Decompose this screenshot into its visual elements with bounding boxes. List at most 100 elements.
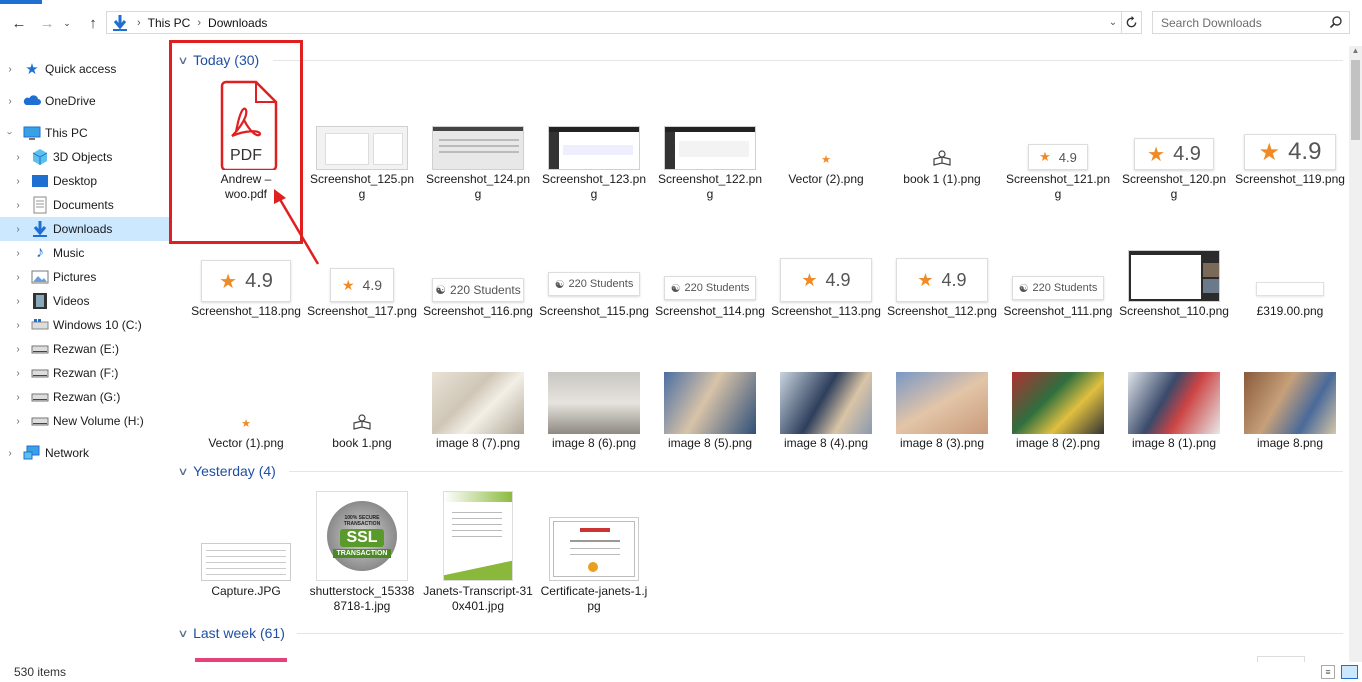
search-box[interactable]: Search Downloads [1152, 11, 1350, 34]
file-thumbnail [655, 80, 765, 170]
file-thumbnail [1119, 344, 1229, 434]
star-image-icon: ★ [821, 154, 831, 166]
drive-icon [31, 393, 49, 402]
ssl-badge-preview: 100% SECURE TRANSACTION SSL TRANSACTION [316, 491, 408, 581]
group-header-today[interactable]: ∨ Today (30) [177, 50, 259, 70]
expand-chevron-icon[interactable]: › [13, 152, 23, 163]
sidebar-item-videos[interactable]: › Videos [0, 289, 170, 313]
file-thumbnail: ★ 4.9 [1235, 80, 1345, 170]
file-view: ∨ Today (30) PDF Andrew – woo.pdf Screen… [173, 46, 1349, 662]
students-preview: ☯ 220 Students [1012, 276, 1104, 300]
star-icon: ★ [341, 276, 355, 293]
expand-chevron-icon[interactable]: › [5, 96, 15, 107]
rating-preview: ★ 4.9 [330, 268, 394, 302]
expand-chevron-icon[interactable]: › [13, 416, 23, 427]
item-count: 530 items [14, 665, 67, 679]
sidebar-item-rezwan-e[interactable]: › Rezwan (E:) [0, 337, 170, 361]
breadcrumb-this-pc[interactable]: This PC [148, 16, 191, 30]
scroll-up-arrow-icon[interactable]: ▲ [1349, 46, 1362, 59]
back-arrow-icon[interactable]: ← [8, 12, 30, 34]
sidebar-item-quick-access[interactable]: › ★ Quick access [0, 57, 170, 81]
sidebar-item-documents[interactable]: › Documents [0, 193, 170, 217]
sidebar-item-label: Documents [53, 198, 114, 212]
photo-preview [896, 372, 988, 434]
photo-preview [548, 372, 640, 434]
sidebar-item-desktop[interactable]: › Desktop [0, 169, 170, 193]
expand-chevron-icon[interactable]: › [13, 176, 23, 187]
star-icon: ★ [219, 270, 238, 293]
sidebar-item-network[interactable]: › Network [0, 441, 170, 465]
expand-chevron-icon[interactable]: › [13, 200, 23, 211]
scrollbar-thumb[interactable] [1351, 60, 1360, 140]
breadcrumb-downloads[interactable]: Downloads [208, 16, 267, 30]
file-thumbnail: ★ 4.9 [771, 212, 881, 302]
sidebar-item-downloads[interactable]: › Downloads [0, 217, 170, 241]
computer-icon [23, 126, 41, 140]
forward-arrow-icon[interactable]: → [36, 12, 58, 34]
status-bar: 530 items ≡ [0, 662, 1362, 682]
address-dropdown-icon[interactable]: ⌄ [1105, 12, 1121, 33]
rating-preview: ★ 4.9 [1134, 138, 1214, 170]
up-arrow-icon[interactable]: ↑ [82, 12, 104, 34]
music-note-icon: ♪ [36, 244, 44, 261]
file-name: Screenshot_124.png [425, 172, 531, 201]
collapse-chevron-icon[interactable]: ∨ [177, 54, 188, 67]
file-name: Janets-Transcript-310x401.jpg [423, 584, 533, 613]
collapse-chevron-icon[interactable]: ∨ [177, 627, 188, 640]
file-thumbnail [887, 344, 997, 434]
sidebar-item-onedrive[interactable]: › OneDrive [0, 89, 170, 113]
file-name: Screenshot_113.png [771, 304, 881, 318]
expand-chevron-icon[interactable]: › [13, 320, 23, 331]
sidebar-item-rezwan-f[interactable]: › Rezwan (F:) [0, 361, 170, 385]
sidebar-item-pictures[interactable]: › Pictures [0, 265, 170, 289]
file-name: Screenshot_120.png [1121, 172, 1227, 201]
file-thumbnail: ☯ 220 Students [655, 212, 765, 302]
expand-chevron-icon[interactable]: › [13, 368, 23, 379]
recent-locations-chevron-icon[interactable]: ⌄ [60, 12, 74, 34]
star-image-icon: ★ [241, 418, 251, 430]
file-thumbnail: ★ [191, 344, 301, 434]
documents-icon [33, 196, 47, 214]
photo-preview [780, 372, 872, 434]
price-preview [1256, 282, 1324, 296]
expand-chevron-icon[interactable]: › [5, 64, 15, 75]
expand-chevron-icon[interactable]: › [13, 248, 23, 259]
expand-chevron-icon[interactable]: › [13, 344, 23, 355]
sidebar-item-this-pc[interactable]: › This PC [0, 121, 170, 145]
rating-preview: ★ 4.9 [1244, 134, 1336, 170]
students-value: 220 Students [1032, 282, 1098, 294]
file-thumbnail [655, 344, 765, 434]
file-name: image 8 (2).png [1015, 436, 1101, 450]
large-icons-view-icon[interactable] [1341, 665, 1358, 679]
sidebar-item-new-volume-h[interactable]: › New Volume (H:) [0, 409, 170, 433]
expand-chevron-icon[interactable]: › [5, 448, 15, 459]
group-header-yesterday[interactable]: ∨ Yesterday (4) [177, 461, 275, 481]
refresh-button[interactable] [1122, 11, 1142, 34]
file-name: Screenshot_111.png [1003, 304, 1113, 318]
expand-chevron-icon[interactable]: › [13, 272, 23, 283]
group-header-last-week[interactable]: ∨ Last week (61) [177, 623, 285, 643]
file-thumbnail [1119, 212, 1229, 302]
file-thumbnail: ★ 4.9 [887, 212, 997, 302]
address-bar[interactable]: › This PC › Downloads ⌄ [106, 11, 1122, 34]
rating-value: 4.9 [825, 269, 851, 290]
expand-chevron-icon[interactable]: › [13, 224, 23, 235]
file-name: Screenshot_119.png [1235, 172, 1345, 186]
rating-value: 4.9 [245, 269, 273, 292]
expand-chevron-icon[interactable]: › [13, 392, 23, 403]
expand-chevron-icon[interactable]: › [13, 296, 23, 307]
sidebar-item-music[interactable]: › ♪ Music [0, 241, 170, 265]
details-view-icon[interactable]: ≡ [1321, 665, 1335, 679]
file-name: image 8 (1).png [1131, 436, 1217, 450]
sidebar-item-rezwan-g[interactable]: › Rezwan (G:) [0, 385, 170, 409]
sidebar-item-windows-c[interactable]: › Windows 10 (C:) [0, 313, 170, 337]
windows-drive-icon [31, 319, 49, 330]
sidebar-item-label: Rezwan (E:) [53, 342, 120, 356]
vertical-scrollbar[interactable]: ▲ [1349, 46, 1362, 662]
collapse-chevron-icon[interactable]: ∨ [177, 465, 188, 478]
sidebar-item-3d-objects[interactable]: › 3D Objects [0, 145, 170, 169]
file-thumbnail [423, 344, 533, 434]
file-name: image 8 (3).png [899, 436, 985, 450]
collapse-chevron-icon[interactable]: › [5, 128, 16, 138]
file-name: Screenshot_115.png [539, 304, 649, 318]
